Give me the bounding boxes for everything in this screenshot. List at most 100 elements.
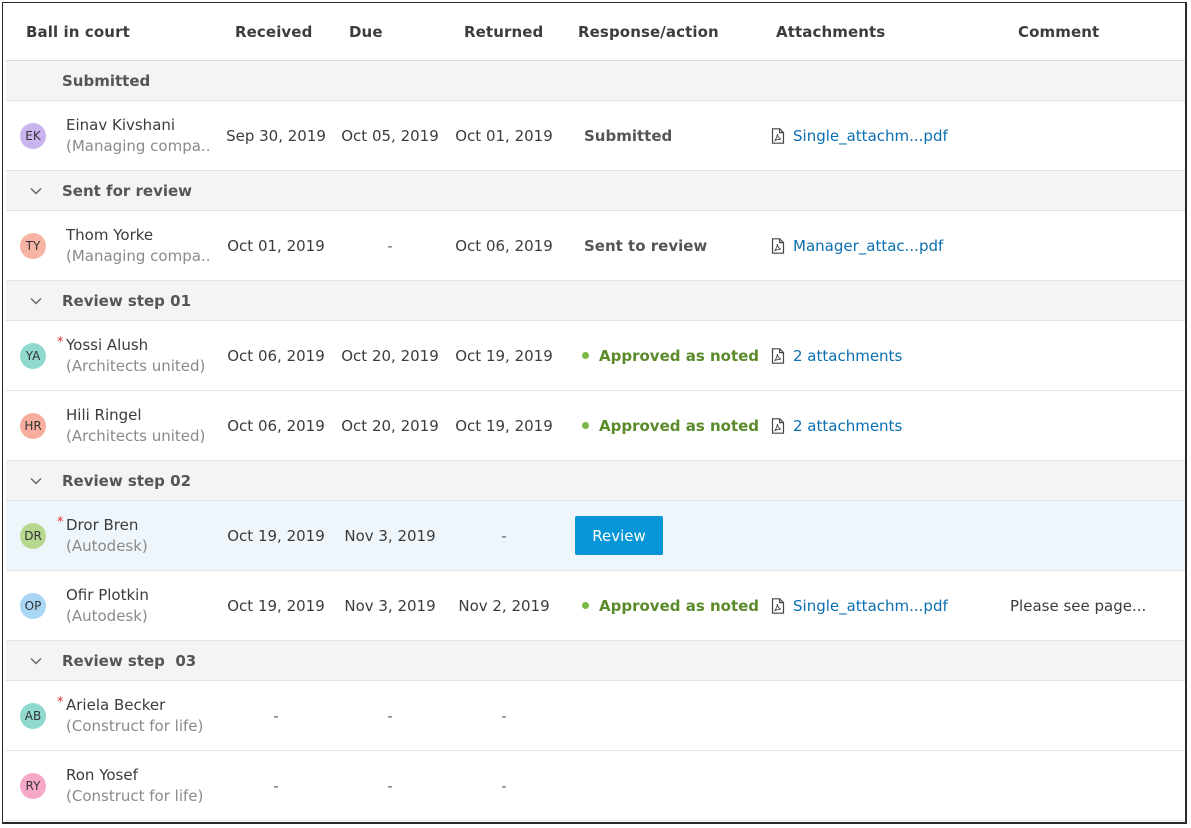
chevron-down-icon[interactable] <box>28 183 44 199</box>
person-info: Thom Yorke (Managing compa.. <box>66 225 210 267</box>
person-name: * Ariela Becker <box>57 695 203 715</box>
person-name: Einav Kivshani <box>66 116 176 134</box>
due-date: Oct 05, 2019 <box>341 126 439 145</box>
group-row-sent-for-review[interactable]: Sent for review <box>6 171 1185 211</box>
response-status: Approved as noted <box>582 417 759 435</box>
person-company: (Architects united) <box>66 427 206 445</box>
attachment-link[interactable]: Single_attachm...pdf <box>771 127 948 145</box>
response-cell: Approved as noted <box>582 321 759 390</box>
table-row[interactable]: DR * Dror Bren (Autodesk) Oct 19, 2019 No… <box>6 501 1185 571</box>
review-history-panel: Ball in court Received Due Returned Resp… <box>2 2 1187 824</box>
avatar: OP <box>20 593 46 619</box>
received-date: Sep 30, 2019 <box>226 126 326 145</box>
table-row[interactable]: HR Hili Ringel (Architects united) Oct 0… <box>6 391 1185 461</box>
returned-date: Oct 01, 2019 <box>455 126 553 145</box>
avatar: AB <box>20 703 46 729</box>
person-info: Hili Ringel (Architects united) <box>66 405 205 447</box>
required-marker: * <box>57 515 64 530</box>
pdf-file-icon <box>771 237 785 254</box>
column-header-ball-in-court[interactable]: Ball in court <box>26 3 130 60</box>
column-header-comment[interactable]: Comment <box>1018 3 1099 60</box>
attachment-name[interactable]: Single_attachm...pdf <box>793 127 948 145</box>
avatar: RY <box>20 773 46 799</box>
received-date: - <box>273 706 279 725</box>
table-row[interactable]: YA * Yossi Alush (Architects united) Oct … <box>6 321 1185 391</box>
comment-text[interactable]: Please see page... <box>1010 597 1146 615</box>
person-name: Ron Yosef <box>66 766 138 784</box>
avatar: YA <box>20 343 46 369</box>
response-status-text: Approved as noted <box>599 346 760 365</box>
person-company: (Autodesk) <box>66 537 148 555</box>
returned-date: Oct 19, 2019 <box>455 416 553 435</box>
person-name-text: Ariela Becker <box>66 696 166 714</box>
attachment-link[interactable]: Manager_attac...pdf <box>771 237 943 255</box>
chevron-down-icon[interactable] <box>28 473 44 489</box>
response-cell: Sent to review <box>584 211 707 280</box>
column-header-due[interactable]: Due <box>349 3 383 60</box>
person-company: (Construct for life) <box>66 787 204 805</box>
group-label: Review step 01 <box>62 292 192 310</box>
response-status: Approved as noted <box>582 597 759 615</box>
chevron-down-icon[interactable] <box>28 293 44 309</box>
person-company: (Autodesk) <box>66 607 148 625</box>
chevron-down-icon[interactable] <box>28 653 44 669</box>
group-row-submitted: Submitted <box>6 61 1185 101</box>
returned-date: - <box>501 776 507 795</box>
response-cell: Submitted <box>584 101 672 170</box>
received-date: Oct 01, 2019 <box>227 236 325 255</box>
table-row[interactable]: RY Ron Yosef (Construct for life) - - - <box>6 751 1185 821</box>
table-row[interactable]: TY Thom Yorke (Managing compa.. Oct 01, … <box>6 211 1185 281</box>
avatar: DR <box>20 523 46 549</box>
attachment-name[interactable]: 2 attachments <box>793 417 902 435</box>
column-header-received[interactable]: Received <box>235 3 312 60</box>
person-info: * Yossi Alush (Architects united) <box>57 335 206 377</box>
avatar: TY <box>20 233 46 259</box>
response-status: Approved as noted <box>582 347 759 365</box>
status-dot-icon <box>582 352 589 359</box>
group-row-review-step-01[interactable]: Review step 01 <box>6 281 1185 321</box>
response-status-text: Approved as noted <box>599 416 760 435</box>
comment-cell: Please see page... <box>1010 571 1146 640</box>
attachment-name[interactable]: 2 attachments <box>793 347 902 365</box>
attachment-name[interactable]: Single_attachm...pdf <box>793 597 948 615</box>
group-row-review-step-02[interactable]: Review step 02 <box>6 461 1185 501</box>
table-row[interactable]: EK Einav Kivshani (Managing compa.. Sep … <box>6 101 1185 171</box>
table-row[interactable]: OP Ofir Plotkin (Autodesk) Oct 19, 2019 … <box>6 571 1185 641</box>
person-company: (Managing compa.. <box>66 137 211 155</box>
person-name: Thom Yorke <box>66 226 154 244</box>
group-row-review-step-03[interactable]: Review step 03 <box>6 641 1185 681</box>
person-company: (Construct for life) <box>66 717 204 735</box>
person-company: (Architects united) <box>66 357 206 375</box>
due-date: Nov 3, 2019 <box>344 596 436 615</box>
returned-date: Oct 06, 2019 <box>455 236 553 255</box>
received-date: Oct 06, 2019 <box>227 346 325 365</box>
response-status: Sent to review <box>584 236 708 255</box>
response-cell: Approved as noted <box>582 391 759 460</box>
status-dot-icon <box>582 422 589 429</box>
person-name: * Dror Bren <box>57 515 148 535</box>
pdf-file-icon <box>771 597 785 614</box>
attachment-link[interactable]: 2 attachments <box>771 347 902 365</box>
attachment-link[interactable]: Single_attachm...pdf <box>771 597 948 615</box>
received-date: - <box>273 776 279 795</box>
table-row[interactable]: AB * Ariela Becker (Construct for life) -… <box>6 681 1185 751</box>
due-date: - <box>387 706 393 725</box>
group-label: Review step 02 <box>62 472 192 490</box>
returned-date: Oct 19, 2019 <box>455 346 553 365</box>
column-header-attachments[interactable]: Attachments <box>776 3 885 60</box>
received-date: Oct 19, 2019 <box>227 596 325 615</box>
attachment-name[interactable]: Manager_attac...pdf <box>793 237 943 255</box>
attachment-cell: Manager_attac...pdf <box>771 211 943 280</box>
column-header-response[interactable]: Response/action <box>578 3 719 60</box>
person-name: * Yossi Alush <box>57 335 205 355</box>
due-date: Oct 20, 2019 <box>341 346 439 365</box>
attachment-cell: Single_attachm...pdf <box>771 571 948 640</box>
due-date: Nov 3, 2019 <box>344 526 436 545</box>
attachment-link[interactable]: 2 attachments <box>771 417 902 435</box>
avatar: EK <box>20 123 46 149</box>
review-table: Ball in court Received Due Returned Resp… <box>6 3 1185 821</box>
avatar: HR <box>20 413 46 439</box>
column-header-returned[interactable]: Returned <box>464 3 543 60</box>
review-button[interactable]: Review <box>575 516 663 555</box>
pdf-file-icon <box>771 347 785 364</box>
